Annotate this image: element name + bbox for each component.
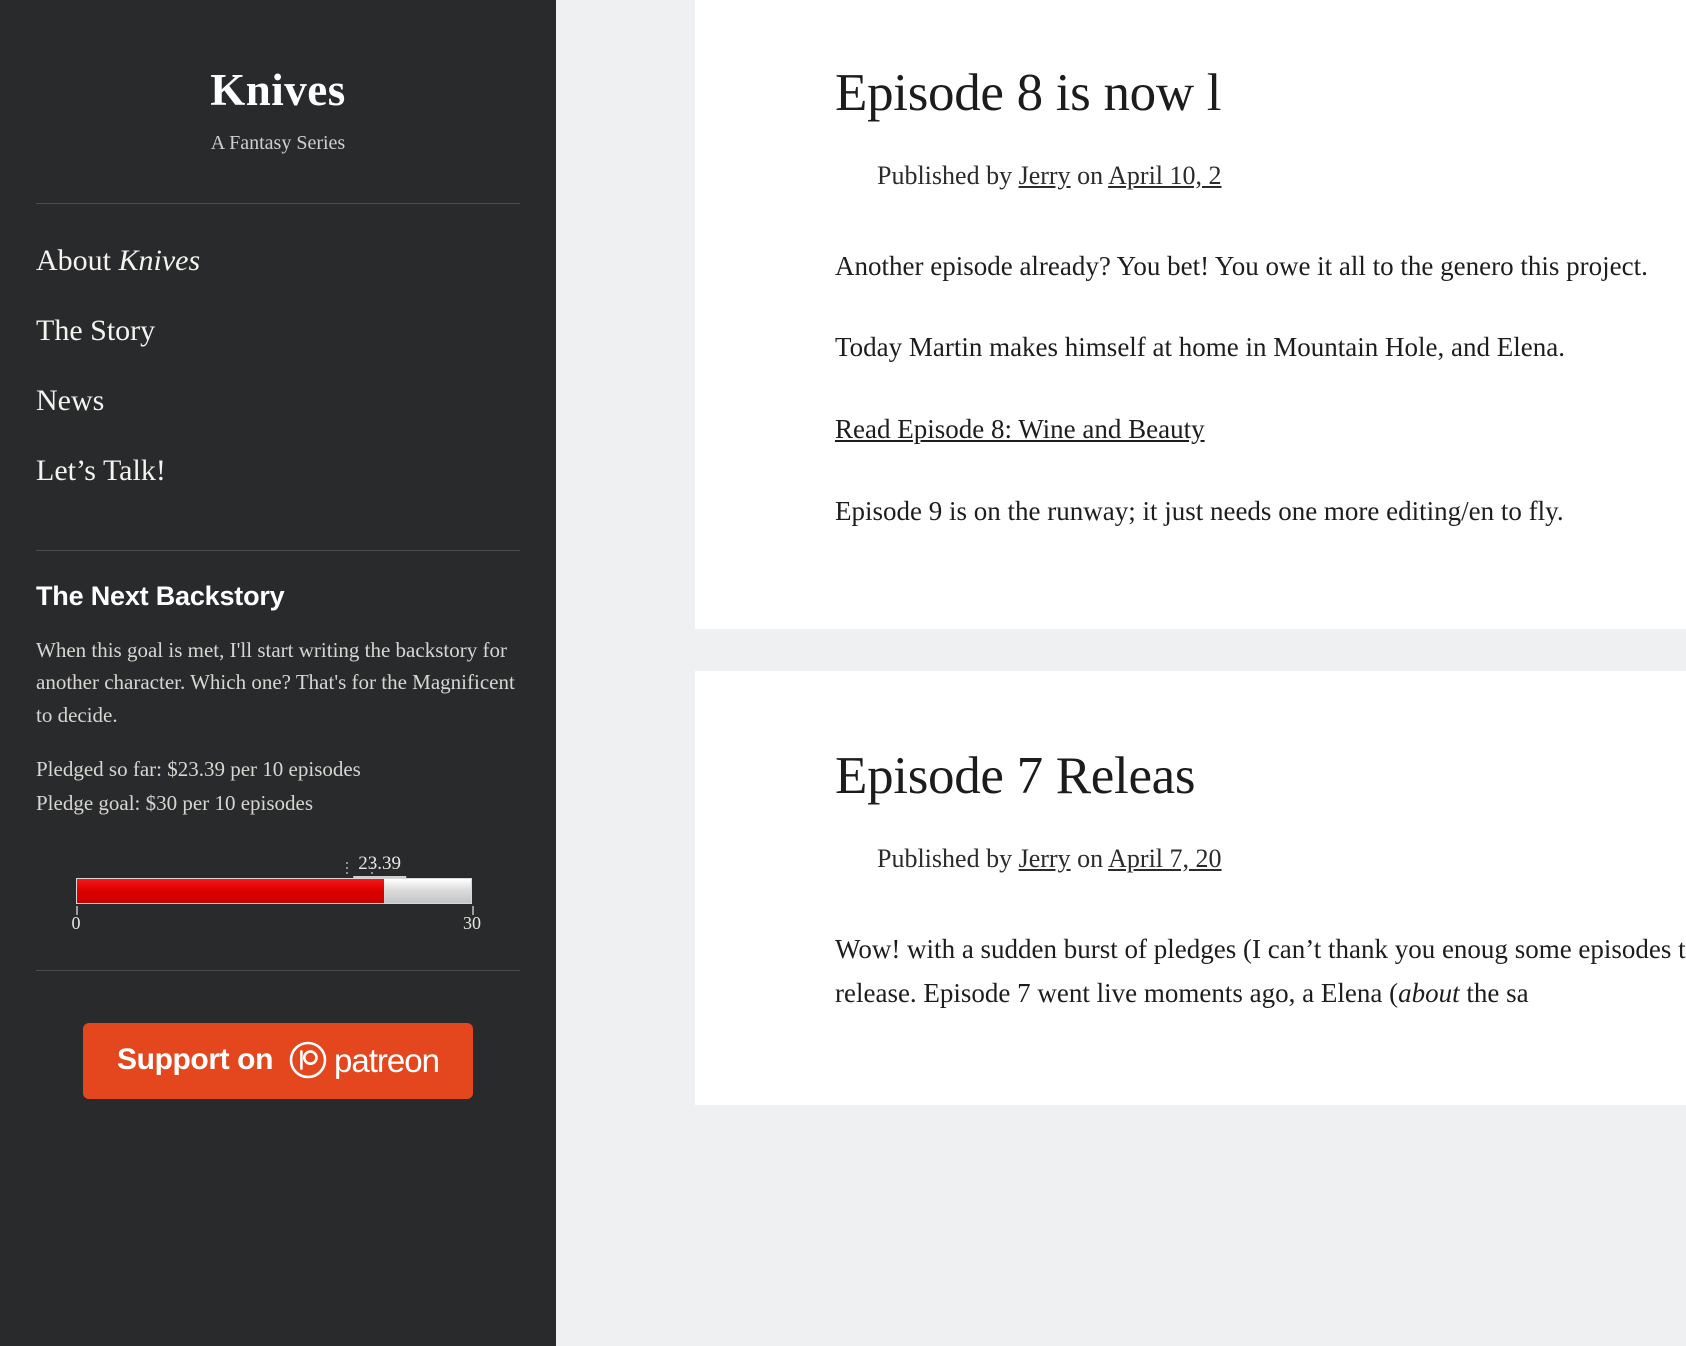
main-content: Episode 8 is now l Published by Jerry on… (556, 0, 1686, 1346)
site-title: Knives (210, 65, 346, 115)
sidebar: Knives A Fantasy Series About Knives The… (0, 0, 556, 1346)
meter-axis-label-min: 0 (71, 913, 81, 934)
post-paragraph: Episode 9 is on the runway; it just need… (835, 490, 1686, 534)
meter-fill (77, 879, 385, 904)
post-meta-mid: on (1070, 160, 1109, 190)
post-date-link[interactable]: April 7, 20 (1108, 844, 1221, 873)
post-paragraph: Wow! with a sudden burst of pledges (I c… (835, 928, 1686, 1015)
post-meta-prefix: Published by (877, 844, 1019, 873)
post-card-episode-7: Episode 7 Releas Published by Jerry on A… (695, 671, 1686, 1106)
post-paragraph-line: Episode 9 is on the runway; it just need… (835, 495, 1495, 526)
pledge-goal: Pledge goal: $30 per 10 episodes (36, 790, 314, 815)
post-paragraph-line: this project. (1520, 250, 1648, 281)
meter-track (76, 878, 472, 905)
next-backstory-widget: The Next Backstory When this goal is met… (36, 551, 520, 933)
sidebar-item-lets-talk[interactable]: Let’s Talk! (36, 436, 520, 506)
meter-axis: 0 30 (72, 906, 481, 932)
post-paragraph-line: Wow! with a sudden burst of pledges (I c… (835, 934, 1508, 964)
sidebar-item-about-label: About (36, 243, 119, 277)
post-paragraph-line: Elena ( (1320, 977, 1399, 1008)
post-paragraph-line: Another episode already? You bet! You ow… (835, 250, 1514, 281)
sidebar-item-the-story[interactable]: The Story (36, 296, 520, 366)
meter-guide-dots (346, 862, 348, 877)
post-meta: Published by Jerry on April 7, 20 (835, 844, 1686, 874)
sidebar-nav: About Knives The Story News Let’s Talk! (36, 204, 520, 506)
post-author-link[interactable]: Jerry (1019, 161, 1071, 190)
patreon-logo: patreon (289, 1041, 440, 1079)
post-author-link[interactable]: Jerry (1019, 844, 1071, 873)
meter-axis-label-max: 30 (463, 913, 481, 934)
post-meta: Published by Jerry on April 10, 2 (835, 161, 1686, 191)
post-meta-prefix: Published by (877, 160, 1019, 190)
post-link-paragraph: Read Episode 8: Wine and Beauty (835, 408, 1686, 452)
patreon-button-label: Support on (117, 1043, 274, 1077)
post-date-link[interactable]: April 10, 2 (1108, 161, 1221, 190)
post-body: Wow! with a sudden burst of pledges (I c… (835, 928, 1686, 1015)
widget-description: When this goal is met, I'll start writin… (36, 637, 515, 727)
patreon-wordmark: patreon (334, 1041, 440, 1079)
pledged-so-far: Pledged so far: $23.39 per 10 episodes (36, 757, 361, 782)
sidebar-item-about[interactable]: About Knives (36, 226, 520, 296)
post-meta-mid: on (1070, 844, 1109, 873)
widget-title: The Next Backstory (36, 580, 285, 611)
patreon-support-area: Support on patreon (36, 971, 520, 1100)
pledge-progress-meter: 23.39 0 30 (36, 846, 520, 932)
read-episode-link[interactable]: Read Episode 8: Wine and Beauty (835, 414, 1205, 444)
post-paragraph-line: to fly. (1500, 495, 1564, 526)
post-paragraph: Another episode already? You bet! You ow… (835, 245, 1686, 289)
page-root: Knives A Fantasy Series About Knives The… (0, 0, 1686, 1346)
sidebar-item-news[interactable]: News (36, 366, 520, 436)
patreon-mark-icon (289, 1042, 327, 1079)
post-card-episode-8: Episode 8 is now l Published by Jerry on… (695, 0, 1686, 630)
meter-callout: 23.39 (36, 846, 520, 889)
site-tagline: A Fantasy Series (210, 131, 346, 154)
post-body: Another episode already? You bet! You ow… (835, 245, 1686, 534)
post-paragraph-tail: the sa (1459, 977, 1529, 1008)
post-paragraph: Today Martin makes himself at home in Mo… (835, 326, 1686, 370)
post-paragraph-italic: about (1398, 977, 1460, 1008)
sidebar-item-about-italic: Knives (118, 243, 201, 277)
support-on-patreon-button[interactable]: Support on patreon (83, 1023, 473, 1100)
post-title: Episode 8 is now l (835, 64, 1222, 122)
post-paragraph-line: Today Martin makes himself at home in Mo… (835, 332, 1490, 363)
meter-value-callout: 23.39 (353, 854, 408, 889)
post-paragraph-line: Elena. (1496, 332, 1565, 363)
post-title: Episode 7 Releas (835, 747, 1196, 806)
meter-value-label: 23.39 (353, 854, 406, 879)
